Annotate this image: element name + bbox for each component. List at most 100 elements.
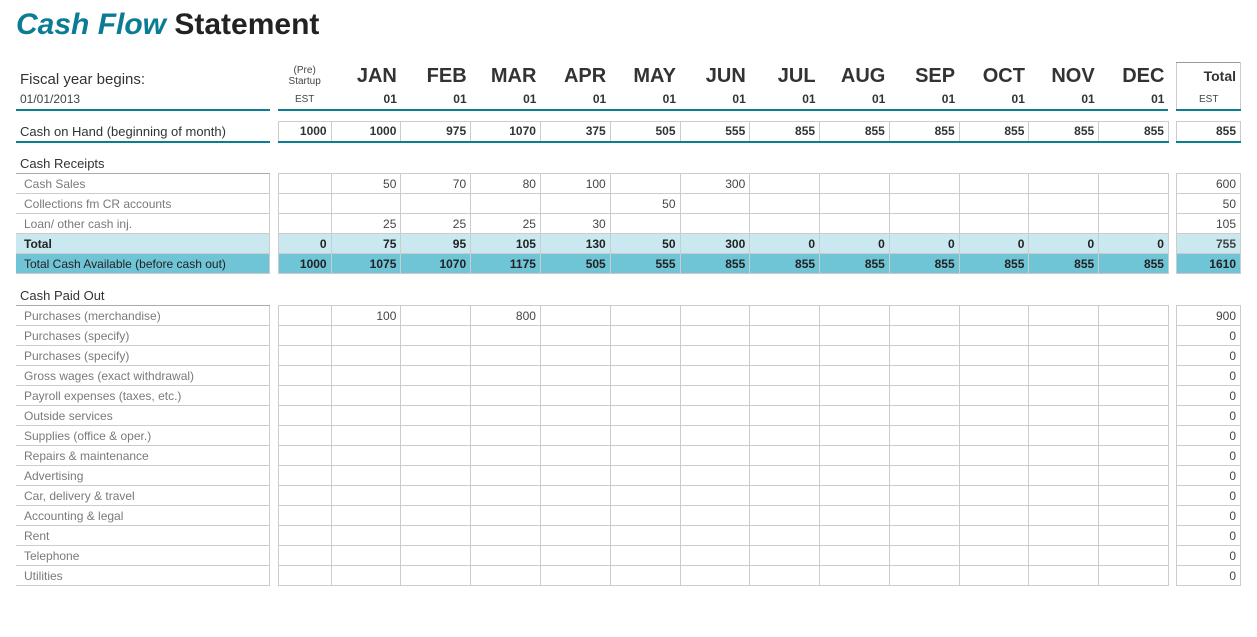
cell-month[interactable] — [610, 466, 680, 486]
cell-month[interactable]: 50 — [610, 194, 680, 214]
cell-month[interactable] — [680, 366, 750, 386]
cell-est[interactable] — [278, 174, 331, 194]
cell-month[interactable] — [820, 346, 890, 366]
cell-month[interactable] — [889, 214, 959, 234]
cell-month[interactable] — [959, 366, 1029, 386]
cell-month[interactable] — [959, 346, 1029, 366]
cell-month[interactable] — [959, 506, 1029, 526]
cell-month[interactable] — [331, 426, 401, 446]
cell-month[interactable] — [1029, 326, 1099, 346]
cell-month[interactable] — [820, 214, 890, 234]
cell-month[interactable] — [889, 486, 959, 506]
cell-month[interactable] — [820, 306, 890, 326]
cell-month[interactable] — [1099, 174, 1169, 194]
cell-month[interactable] — [750, 346, 820, 366]
cell-month[interactable] — [1029, 406, 1099, 426]
cell-month[interactable] — [610, 346, 680, 366]
cell-month[interactable] — [820, 546, 890, 566]
cell-month[interactable] — [750, 326, 820, 346]
cell-month[interactable] — [959, 466, 1029, 486]
cell-month[interactable]: 300 — [680, 174, 750, 194]
cell-month[interactable] — [959, 306, 1029, 326]
cell-month[interactable] — [540, 406, 610, 426]
cell-month[interactable]: 25 — [401, 214, 471, 234]
cell-month[interactable] — [680, 306, 750, 326]
cell-month[interactable] — [471, 426, 541, 446]
cell-month[interactable] — [959, 426, 1029, 446]
cell-month[interactable] — [1099, 346, 1169, 366]
cell-month[interactable] — [889, 194, 959, 214]
cell-month[interactable] — [610, 406, 680, 426]
cell-month[interactable] — [750, 566, 820, 586]
cell-month[interactable] — [959, 194, 1029, 214]
cell-month[interactable] — [331, 406, 401, 426]
cell-month[interactable] — [610, 506, 680, 526]
cell-month[interactable] — [540, 306, 610, 326]
cell-month[interactable] — [401, 426, 471, 446]
cell-month[interactable] — [331, 466, 401, 486]
cell-month[interactable] — [750, 194, 820, 214]
cell-month[interactable] — [680, 386, 750, 406]
cell-est[interactable] — [278, 406, 331, 426]
cell-month[interactable] — [750, 446, 820, 466]
cell-est[interactable] — [278, 214, 331, 234]
cell-month[interactable] — [471, 546, 541, 566]
cell-month[interactable] — [680, 346, 750, 366]
cell-est[interactable] — [278, 466, 331, 486]
cell-month[interactable] — [889, 546, 959, 566]
cell-month[interactable] — [889, 386, 959, 406]
cell-month[interactable] — [1099, 194, 1169, 214]
cell-month[interactable] — [959, 386, 1029, 406]
cell-est[interactable] — [278, 486, 331, 506]
cell-month[interactable] — [1029, 426, 1099, 446]
cell-month[interactable] — [1099, 506, 1169, 526]
cell-month[interactable] — [540, 346, 610, 366]
cell-month[interactable] — [401, 526, 471, 546]
cell-month[interactable]: 100 — [331, 306, 401, 326]
cell-month[interactable] — [680, 566, 750, 586]
cell-month[interactable] — [820, 466, 890, 486]
cell-month[interactable] — [610, 386, 680, 406]
cell-month[interactable] — [1099, 486, 1169, 506]
cell-month[interactable] — [610, 214, 680, 234]
cell-month[interactable] — [1029, 306, 1099, 326]
cell-month[interactable] — [1099, 526, 1169, 546]
cell-month[interactable] — [610, 174, 680, 194]
cell-month[interactable] — [401, 546, 471, 566]
cell-month[interactable] — [540, 486, 610, 506]
cell-est[interactable] — [278, 194, 331, 214]
cell-month[interactable] — [1029, 194, 1099, 214]
cell-month[interactable] — [331, 346, 401, 366]
cell-month[interactable] — [401, 346, 471, 366]
cell-month[interactable] — [959, 214, 1029, 234]
cell-month[interactable] — [889, 306, 959, 326]
cell-month[interactable] — [471, 326, 541, 346]
cell-month[interactable] — [1099, 326, 1169, 346]
cell-month[interactable] — [750, 214, 820, 234]
cell-month[interactable] — [1099, 566, 1169, 586]
cell-month[interactable]: 800 — [471, 306, 541, 326]
cell-est[interactable] — [278, 326, 331, 346]
cell-est[interactable] — [278, 526, 331, 546]
cell-month[interactable] — [471, 486, 541, 506]
cell-est[interactable] — [278, 346, 331, 366]
cell-month[interactable] — [680, 486, 750, 506]
cell-month[interactable] — [820, 426, 890, 446]
cell-month[interactable]: 50 — [331, 174, 401, 194]
cell-month[interactable] — [680, 446, 750, 466]
cell-month[interactable] — [750, 466, 820, 486]
cell-month[interactable] — [680, 406, 750, 426]
cell-month[interactable] — [750, 526, 820, 546]
cell-month[interactable]: 25 — [471, 214, 541, 234]
cell-month[interactable] — [959, 326, 1029, 346]
cell-month[interactable] — [750, 426, 820, 446]
cell-est[interactable] — [278, 426, 331, 446]
cell-month[interactable] — [471, 446, 541, 466]
cell-month[interactable]: 100 — [540, 174, 610, 194]
cell-month[interactable] — [889, 346, 959, 366]
cell-month[interactable] — [471, 194, 541, 214]
cell-month[interactable] — [889, 446, 959, 466]
cell-month[interactable] — [889, 466, 959, 486]
cell-month[interactable] — [1029, 386, 1099, 406]
cell-month[interactable] — [820, 446, 890, 466]
